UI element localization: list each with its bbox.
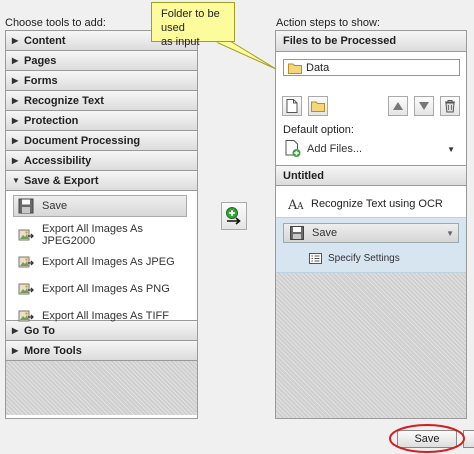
tool-item[interactable]: Export All Images As JPEG2000 — [6, 221, 197, 248]
tool-item[interactable]: Export All Images As JPEG — [6, 248, 197, 275]
add-arrow-icon — [226, 207, 241, 225]
default-option-dropdown[interactable]: Add Files... ▼ — [285, 139, 457, 159]
export-image-icon — [18, 310, 34, 321]
files-to-be-processed-header: Files to be Processed — [276, 31, 466, 52]
triangle-right-icon: ▶ — [12, 96, 19, 105]
step-recognize-text[interactable]: A A Recognize Text using OCR — [276, 190, 466, 217]
export-image-icon — [18, 229, 34, 240]
category-label: Content — [24, 34, 66, 47]
add-files-label: Add Files... — [307, 143, 363, 155]
tools-panel: ▶ Content ▶ Pages ▶ Forms ▶ Recognize Text ▶ Prot… — [5, 30, 198, 419]
export-image-icon — [18, 256, 34, 267]
triangle-right-icon: ▶ — [12, 36, 19, 45]
chevron-down-icon: ▼ — [447, 144, 455, 154]
choose-tools-caption: Choose tools to add: — [5, 17, 106, 29]
callout-line-2: as input — [161, 36, 200, 48]
data-folder-label: Data — [306, 61, 330, 74]
delete-button[interactable] — [440, 96, 460, 116]
triangle-right-icon: ▶ — [12, 56, 19, 65]
category-label: Recognize Text — [24, 94, 104, 107]
category-label: Protection — [24, 114, 79, 127]
triangle-right-icon: ▶ — [12, 116, 19, 125]
svg-text:A: A — [296, 202, 304, 211]
specify-settings-link[interactable]: Specify Settings — [276, 253, 466, 264]
category-label: More Tools — [24, 344, 82, 357]
category-accessibility[interactable]: ▶ Accessibility — [6, 151, 197, 171]
category-label: Go To — [24, 324, 55, 337]
export-image-icon — [18, 283, 34, 294]
tool-label: Export All Images As PNG — [42, 282, 170, 295]
save-step-label: Save — [312, 227, 338, 239]
move-down-button[interactable] — [414, 96, 434, 116]
step-save[interactable]: Save ▼ Specify Settings — [276, 217, 466, 273]
triangle-down-icon — [419, 102, 429, 110]
save-export-tool-list: Save Export All Images As JPEG2000 Export … — [6, 191, 197, 322]
text-recognition-icon: A A — [288, 198, 304, 211]
add-files-icon — [285, 140, 301, 157]
new-file-icon — [286, 99, 298, 113]
category-document-processing[interactable]: ▶ Document Processing — [6, 131, 197, 151]
step-ocr-label: Recognize Text using OCR — [311, 197, 443, 210]
steps-empty-area — [276, 273, 466, 418]
category-label: Forms — [24, 74, 58, 87]
category-recognize-text[interactable]: ▶ Recognize Text — [6, 91, 197, 111]
category-label: Document Processing — [24, 134, 141, 147]
tool-label: Export All Images As TIFF — [42, 309, 169, 322]
chevron-down-icon: ▼ — [446, 228, 454, 238]
specify-settings-label: Specify Settings — [328, 253, 400, 264]
action-steps-caption: Action steps to show: — [276, 17, 380, 29]
save-highlight-ellipse — [389, 424, 465, 453]
settings-list-icon — [309, 253, 322, 264]
category-pages[interactable]: ▶ Pages — [6, 51, 197, 71]
move-up-button[interactable] — [388, 96, 408, 116]
category-label: Pages — [24, 54, 57, 67]
triangle-up-icon — [393, 102, 403, 110]
triangle-right-icon: ▶ — [12, 136, 19, 145]
category-forms[interactable]: ▶ Forms — [6, 71, 197, 91]
triangle-right-icon: ▶ — [12, 156, 19, 165]
untitled-header: Untitled — [276, 165, 466, 186]
files-toolbar — [276, 96, 466, 126]
tool-label: Save — [42, 200, 68, 212]
triangle-right-icon: ▶ — [12, 346, 19, 355]
callout-line-1: Folder to be used — [161, 8, 220, 34]
triangle-right-icon: ▶ — [12, 76, 19, 85]
action-steps-panel: Files to be Processed Data Default optio… — [275, 30, 467, 419]
floppy-disk-icon — [290, 226, 304, 240]
category-save-export[interactable]: ▼ Save & Export — [6, 171, 197, 191]
folder-icon — [311, 101, 325, 112]
trash-icon — [445, 100, 455, 113]
tool-label: Export All Images As JPEG2000 — [42, 222, 143, 247]
tool-label: Export All Images As JPEG — [42, 255, 175, 268]
add-to-steps-button[interactable] — [221, 202, 247, 230]
category-go-to[interactable]: ▶ Go To — [6, 321, 197, 341]
floppy-disk-icon — [18, 198, 34, 214]
tool-item[interactable]: Export All Images As PNG — [6, 275, 197, 302]
tools-panel-empty-area — [6, 361, 197, 415]
save-step-select[interactable]: Save ▼ — [283, 223, 459, 243]
add-file-button[interactable] — [282, 96, 302, 116]
data-folder-item[interactable]: Data — [283, 59, 460, 76]
input-folder-callout: Folder to be used as input — [151, 2, 235, 48]
category-more-tools[interactable]: ▶ More Tools — [6, 341, 197, 361]
triangle-right-icon: ▶ — [12, 326, 19, 335]
tool-item[interactable]: Save — [13, 195, 187, 217]
folder-icon — [288, 63, 302, 74]
category-label: Save & Export — [24, 174, 99, 187]
category-protection[interactable]: ▶ Protection — [6, 111, 197, 131]
add-folder-button[interactable] — [308, 96, 328, 116]
category-label: Accessibility — [24, 154, 92, 167]
triangle-down-icon: ▼ — [12, 176, 20, 185]
